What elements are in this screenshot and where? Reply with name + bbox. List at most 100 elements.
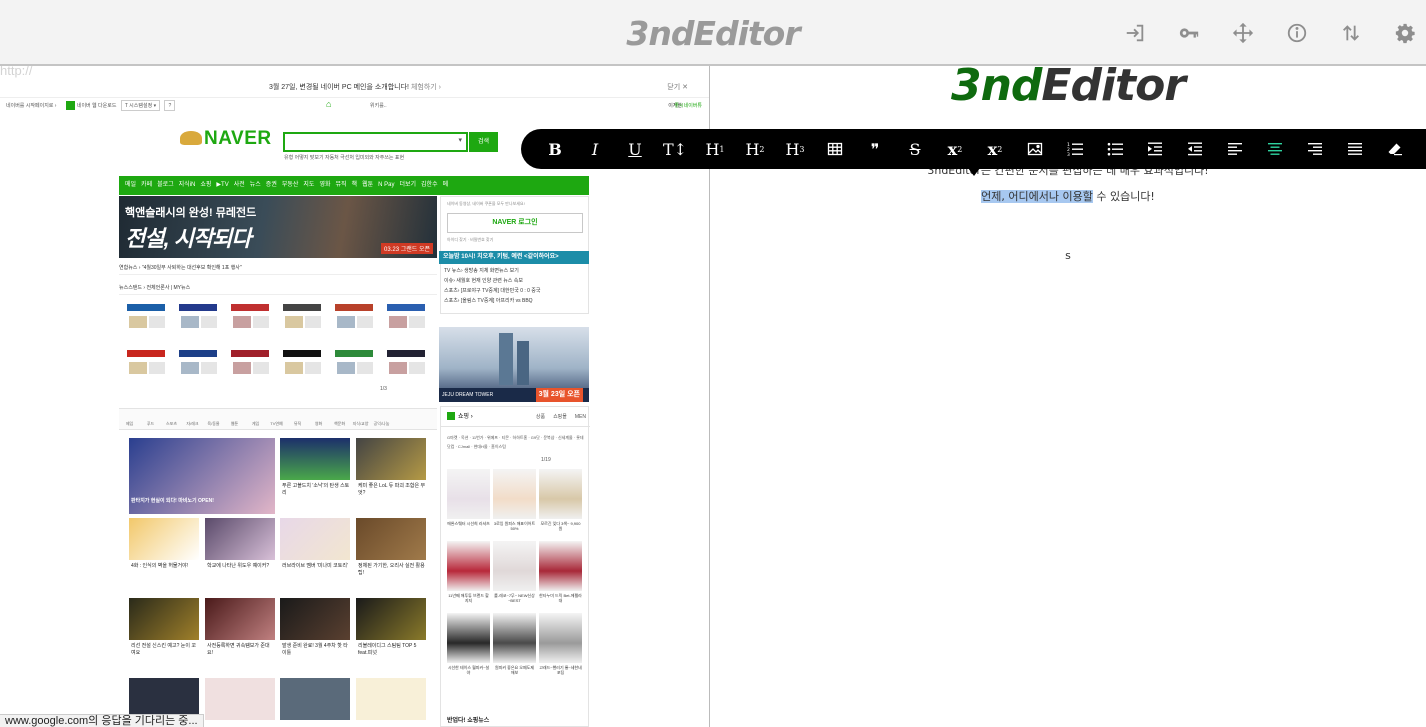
menu-item[interactable]: 증권 xyxy=(266,182,277,188)
info-icon[interactable] xyxy=(1284,20,1310,46)
shop-news[interactable]: 반업다! 쇼핑뉴스 xyxy=(447,715,489,724)
category-tab[interactable]: 제임 xyxy=(119,409,140,427)
tools-select[interactable]: T 시스템설정 ▾ xyxy=(120,100,161,112)
press-logo[interactable] xyxy=(173,300,223,334)
game-banner[interactable]: 핵앤슬래시의 완성! 뮤레전드 전설, 시작되다 03.23 그랜드 오픈 xyxy=(119,196,437,258)
menu-item[interactable]: 책 xyxy=(352,182,358,188)
strikethrough-button[interactable]: S xyxy=(895,129,935,169)
underline-button[interactable]: U xyxy=(615,129,655,169)
chevron-down-icon[interactable]: ▾ xyxy=(458,136,462,144)
content-tile[interactable]: 푸른 고블드치 '소낙'의 탄생 스토리 xyxy=(280,438,350,510)
category-tab[interactable]: 푸드 xyxy=(140,409,161,427)
press-logo[interactable] xyxy=(381,346,431,380)
content-tile[interactable]: 발생 준비 완료! 3월 4주차 핫 타이틀 xyxy=(280,598,350,670)
menu-item[interactable]: 사전 xyxy=(234,182,245,188)
menu-item[interactable]: 더보기 xyxy=(399,182,416,188)
notice-link[interactable]: 체험하기 › xyxy=(411,84,441,91)
shop-tab[interactable]: 쇼핑몰 xyxy=(553,414,567,420)
product-item[interactable]: 원피커 좋은요 오페도제 애보 xyxy=(493,613,536,680)
menu-item[interactable]: 쇼핑 xyxy=(200,182,211,188)
tower-ad[interactable]: JEJU DREAM TOWER 3월 23일 오픈 xyxy=(439,327,589,402)
content-tile[interactable] xyxy=(356,678,426,727)
heading3-button[interactable]: H3 xyxy=(775,129,815,169)
italic-button[interactable]: I xyxy=(575,129,615,169)
ordered-list-button[interactable]: 123 xyxy=(1055,129,1095,169)
align-center-button[interactable] xyxy=(1255,129,1295,169)
naver-logo[interactable]: NAVER xyxy=(180,128,272,150)
search-suggestions[interactable]: 유형 어떻지 맞보기 자동처 극선처 입미외와 자주쓰는 표현 xyxy=(284,154,404,161)
category-tab[interactable]: 공익/나눔 xyxy=(371,409,392,427)
content-tile[interactable]: 학교에 나타난 위도우 예이커? xyxy=(205,518,275,590)
url-field[interactable]: http:// xyxy=(0,66,33,78)
content-tile[interactable]: 판타지가 현실이 되다! 마비노기 OPEN! xyxy=(129,438,275,514)
press-logo[interactable] xyxy=(381,300,431,334)
menu-item[interactable]: 메일 xyxy=(125,182,136,188)
content-tile[interactable]: 리선 전설 신스킨 예고? 눈이 꼬여요 xyxy=(129,598,199,670)
category-tab[interactable]: TV연예 xyxy=(266,409,287,427)
product-item[interactable]: 3로잉 원피스 애표이어트50% xyxy=(493,469,536,536)
unordered-list-button[interactable] xyxy=(1095,129,1135,169)
key-icon[interactable] xyxy=(1176,20,1202,46)
align-left-button[interactable] xyxy=(1215,129,1255,169)
selected-text[interactable]: 언제, 어디에서나 이용할 xyxy=(981,190,1093,203)
menu-item[interactable]: 웹툰 xyxy=(362,182,373,188)
press-logo[interactable] xyxy=(121,346,171,380)
press-logo[interactable] xyxy=(121,300,171,334)
product-item[interactable]: 한타누미 드릭 Bet-에펠라대 xyxy=(539,541,582,608)
category-tab[interactable]: 뮤직 xyxy=(287,409,308,427)
press-logo[interactable] xyxy=(225,346,275,380)
outdent-button[interactable] xyxy=(1175,129,1215,169)
menu-item[interactable]: 블로그 xyxy=(157,182,174,188)
category-tab[interactable]: 스포츠 xyxy=(161,409,182,427)
menu-item[interactable]: 부동산 xyxy=(282,182,299,188)
menu-item[interactable]: N Pay xyxy=(378,182,394,188)
product-item[interactable]: 고래드~핸러기 롱~세한네포팅 xyxy=(539,613,582,680)
editor-line-3[interactable]: s xyxy=(710,249,1426,262)
tv-bar[interactable]: 오늘밤 10시! 치오후, 키텀, 예련 <같이하어요> xyxy=(439,251,589,264)
tv-list-item[interactable]: TV 뉴스› 생방송 지체 화면뉴스 보기 xyxy=(444,266,589,276)
content-tile[interactable] xyxy=(205,678,275,727)
press-logo[interactable] xyxy=(225,300,275,334)
content-tile[interactable]: 4화 : 인식의 벽을 허물거야! xyxy=(129,518,199,590)
press-logo[interactable] xyxy=(277,346,327,380)
menu-item[interactable]: 메 xyxy=(443,182,449,188)
content-tile[interactable]: 리볼레이디그 스팀팀 TOP 5 feat.피넛 xyxy=(356,598,426,670)
shop-tab[interactable]: MEN xyxy=(575,414,586,420)
font-size-button[interactable]: T↕ xyxy=(655,129,695,169)
menu-item[interactable]: 뉴스 xyxy=(250,182,261,188)
content-tile[interactable]: 정체된 가기한, 오리사 실전 활용 팁! xyxy=(356,518,426,590)
eraser-button[interactable] xyxy=(1375,129,1415,169)
press-logo[interactable] xyxy=(173,346,223,380)
notice-close[interactable]: 닫기 ✕ xyxy=(667,78,688,98)
menu-item[interactable]: 김한수 xyxy=(421,182,438,188)
align-justify-button[interactable] xyxy=(1335,129,1375,169)
menu-item[interactable]: 지도 xyxy=(303,182,314,188)
blockquote-button[interactable]: ❞ xyxy=(855,129,895,169)
align-right-button[interactable] xyxy=(1295,129,1335,169)
table-button[interactable] xyxy=(815,129,855,169)
product-item[interactable]: 시선한 테이스 월피커~설야 xyxy=(447,613,490,680)
content-tile[interactable]: 사전등록하면 귀속템보가 준대요! xyxy=(205,598,275,670)
category-tab[interactable]: 자/레크 xyxy=(182,409,203,427)
move-icon[interactable] xyxy=(1230,20,1256,46)
content-tile[interactable]: 러브라이브 멤버 '미나미 코토리' xyxy=(280,518,350,590)
category-tab[interactable]: 영화 xyxy=(308,409,329,427)
home-icon[interactable]: ⌂ xyxy=(326,100,335,109)
tv-list-item[interactable]: 이슈› 새월호 현재 인양 관련 뉴스 속보 xyxy=(444,276,589,286)
help-button[interactable]: ? xyxy=(164,100,176,112)
category-tab[interactable]: 책문화 xyxy=(329,409,350,427)
tv-list-item[interactable]: 스포츠› [올림스 TV중계] 아프리카 vs BBQ xyxy=(444,296,589,306)
news-ticker[interactable]: 연합뉴스 › "4월30일부 사퇴하는 대선후보 확인해 1포 행사" xyxy=(119,262,437,275)
category-tab[interactable]: 육/동물 xyxy=(203,409,224,427)
naver-search-button[interactable]: 검색 xyxy=(469,132,498,152)
category-tab[interactable]: 지식/교양 xyxy=(350,409,371,427)
press-logo[interactable] xyxy=(277,300,327,334)
editor-line-2[interactable]: 언제, 어디에서나 이용할 수 있습니다! xyxy=(710,188,1426,204)
product-item[interactable]: 11년째 애투튜 브랜드 할지지 xyxy=(447,541,490,608)
indent-button[interactable] xyxy=(1135,129,1175,169)
shop-tab[interactable]: 상품 xyxy=(536,414,545,420)
content-tile[interactable]: 케미 좋은 LoL 듀 파괴 조합은 무엇? xyxy=(356,438,426,510)
press-logo[interactable] xyxy=(329,346,379,380)
bold-button[interactable]: B xyxy=(535,129,575,169)
shop-links[interactable]: G마켓 · 옥션 · 11번가 · 위메프 · 티몬 · 하하트홈 · G9닷 … xyxy=(447,433,587,451)
